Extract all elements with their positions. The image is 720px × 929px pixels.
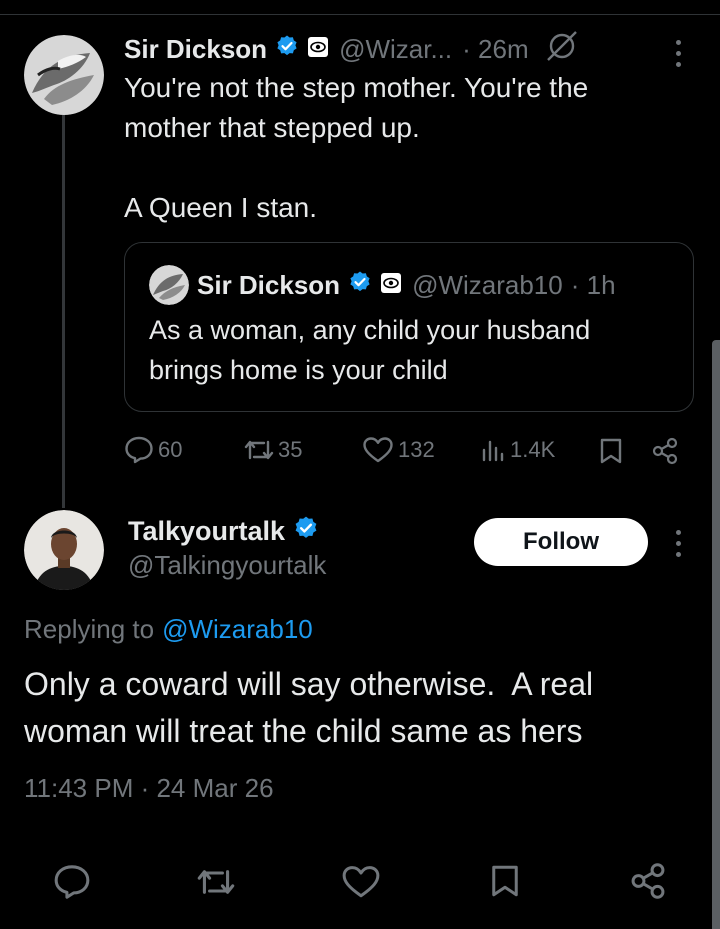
views-count: 1.4K <box>510 437 556 462</box>
like-count: 132 <box>398 437 435 462</box>
reply-handle[interactable]: @Talkingyourtalk <box>128 550 326 581</box>
reply-more-icon[interactable] <box>676 530 681 557</box>
quoted-display-name: Sir Dickson <box>197 269 341 300</box>
bookmark-icon <box>600 438 622 464</box>
repost-count: 35 <box>278 437 303 462</box>
share-button[interactable] <box>650 436 680 466</box>
repost-stat[interactable]: 35 <box>242 436 302 464</box>
replying-to-label: Replying to <box>24 613 155 644</box>
quoted-tweet-card[interactable]: Sir Dickson @Wizarab10 · 1h As a woman, … <box>124 242 694 412</box>
views-stat[interactable]: 1.4K <box>480 436 555 464</box>
like-action-button[interactable] <box>340 862 382 902</box>
parent-text-line1: You're not the step mother. You're the <box>124 72 589 103</box>
share-icon <box>652 437 678 465</box>
quoted-timestamp: · 1h <box>570 269 616 300</box>
reply-icon <box>54 865 90 899</box>
reply-count: 60 <box>158 437 183 462</box>
bookmark-icon <box>492 865 518 897</box>
avatar-reply[interactable] <box>24 510 104 590</box>
bookmark-action-button[interactable] <box>488 860 522 902</box>
reply-display-name[interactable]: Talkyourtalk <box>128 516 285 547</box>
thread-connector-line <box>62 112 65 508</box>
more-icon[interactable] <box>676 40 681 67</box>
views-icon <box>482 440 504 462</box>
parent-text-line2: mother that stepped up. <box>124 112 420 143</box>
quoted-verified-badge-icon <box>348 270 372 301</box>
affiliate-badge-icon <box>307 34 329 65</box>
avatar-parent[interactable] <box>24 35 104 115</box>
quoted-text-line1: As a woman, any child your husband <box>149 315 591 345</box>
quoted-text-line2: brings home is your child <box>149 355 448 385</box>
reply-action-button[interactable] <box>52 862 92 902</box>
scrollbar[interactable] <box>712 340 720 929</box>
repost-icon <box>244 440 274 460</box>
reply-timestamp[interactable]: 11:43 PM · 24 Mar 26 <box>24 773 274 804</box>
reply-text-line1: Only a coward will say otherwise. A real <box>24 666 594 702</box>
like-stat[interactable]: 132 <box>362 436 435 464</box>
like-icon <box>342 866 380 898</box>
quoted-avatar <box>149 265 189 305</box>
replying-to-handle[interactable]: @Wizarab10 <box>162 614 313 645</box>
quoted-affiliate-badge-icon <box>380 270 402 301</box>
reply-verified-badge-icon <box>293 515 319 548</box>
reply-stat[interactable]: 60 <box>124 436 182 464</box>
reply-icon <box>125 436 153 464</box>
follow-button[interactable]: Follow <box>474 518 648 566</box>
quoted-handle: @Wizarab10 <box>412 269 563 300</box>
bookmark-button[interactable] <box>596 436 626 466</box>
quoted-header: Sir Dickson @Wizarab10 · 1h <box>197 265 616 305</box>
parent-header: Sir Dickson @Wizar... · 26m <box>124 30 579 68</box>
verified-badge-icon <box>275 34 299 65</box>
replying-to: Replying to @Wizarab10 <box>24 610 313 648</box>
parent-text-line3: A Queen I stan. <box>124 192 318 223</box>
repost-icon <box>197 870 235 894</box>
reply-text-line2: woman will treat the child same as hers <box>24 713 583 749</box>
top-divider <box>0 14 720 15</box>
reply-header: Talkyourtalk <box>128 512 319 550</box>
share-icon <box>631 863 665 899</box>
grok-icon[interactable] <box>545 30 579 69</box>
timestamp[interactable]: · 26m <box>462 34 528 65</box>
repost-action-button[interactable] <box>194 862 238 902</box>
handle[interactable]: @Wizar... <box>339 34 452 65</box>
like-icon <box>363 437 393 463</box>
share-action-button[interactable] <box>628 860 668 902</box>
display-name[interactable]: Sir Dickson <box>124 34 267 65</box>
